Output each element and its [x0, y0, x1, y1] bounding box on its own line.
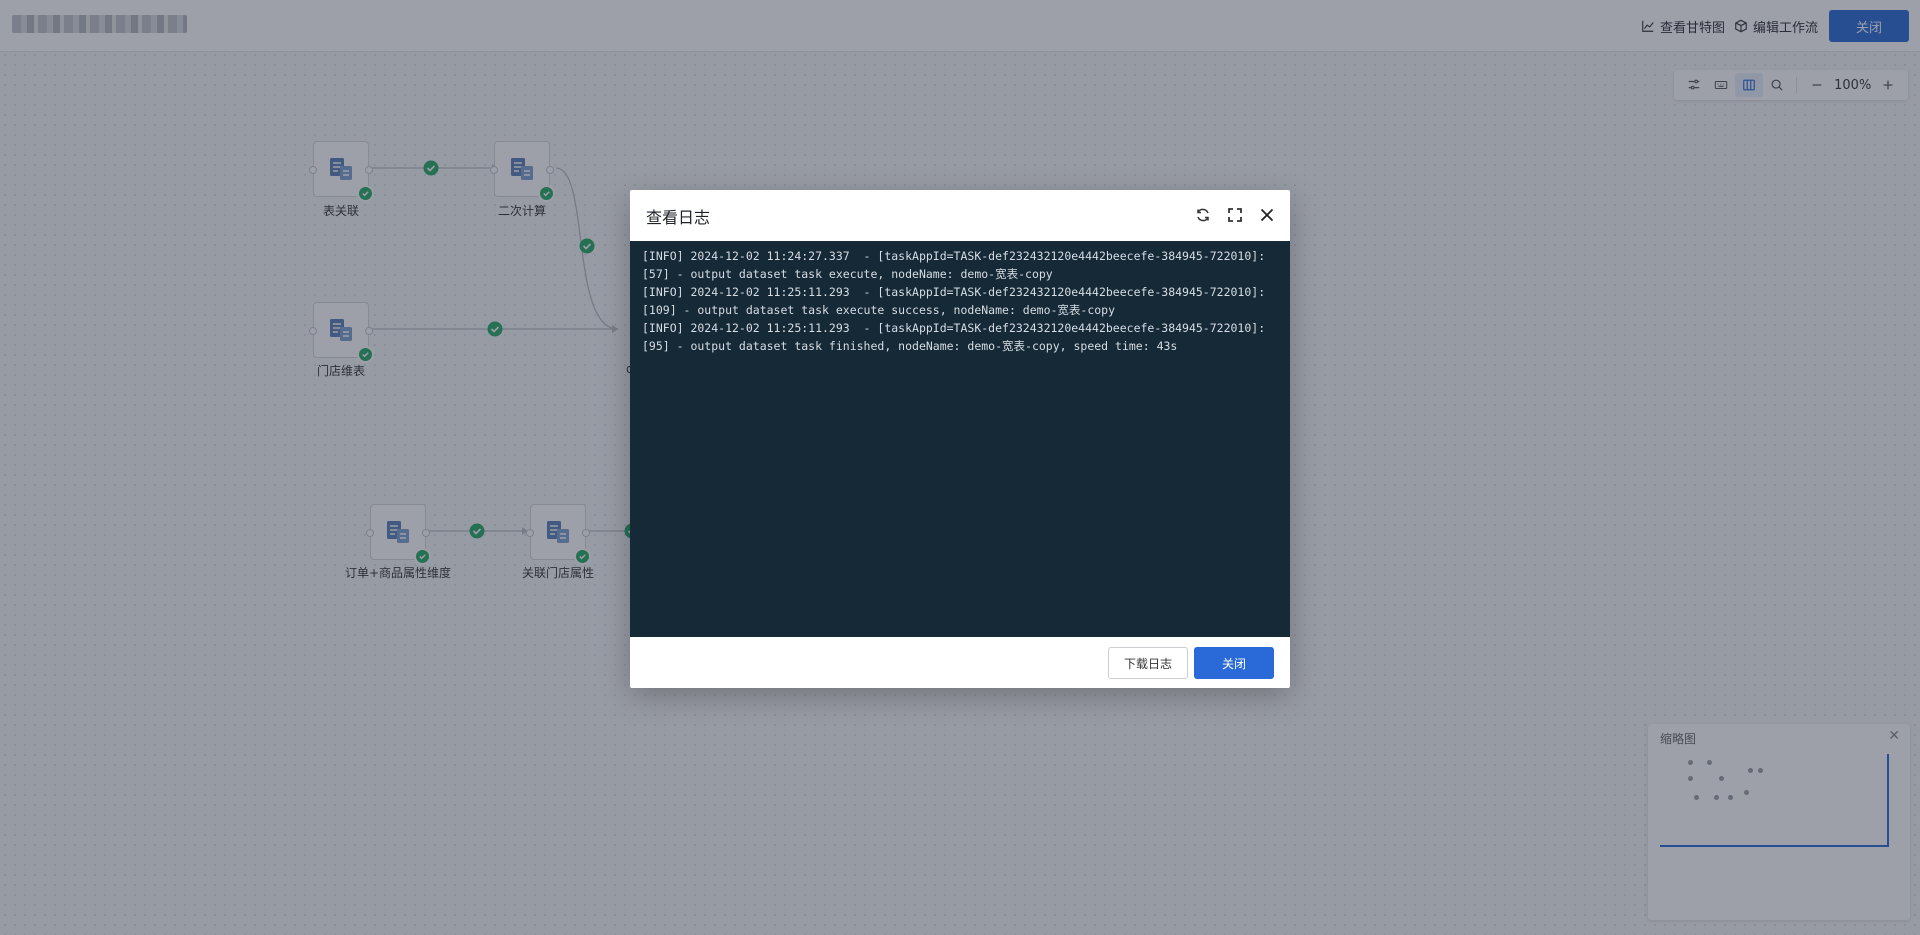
fullscreen-button[interactable]: [1224, 204, 1246, 226]
download-log-button[interactable]: 下载日志: [1108, 647, 1188, 679]
log-line: [INFO] 2024-12-02 11:25:11.293 - [taskAp…: [642, 321, 1266, 353]
refresh-icon: [1197, 208, 1209, 222]
log-line: [INFO] 2024-12-02 11:24:27.337 - [taskAp…: [642, 249, 1266, 281]
modal-close-button[interactable]: [1256, 204, 1278, 226]
modal-title: 查看日志: [646, 208, 711, 227]
view-log-modal: 查看日志 [INFO] 2024-12-02 11:24:27.337 - [t…: [630, 190, 1290, 688]
close-button[interactable]: 关闭: [1194, 647, 1274, 679]
refresh-button[interactable]: [1192, 204, 1214, 226]
close-icon: [1260, 208, 1274, 222]
log-output[interactable]: [INFO] 2024-12-02 11:24:27.337 - [taskAp…: [630, 241, 1290, 637]
log-line: [INFO] 2024-12-02 11:25:11.293 - [taskAp…: [642, 285, 1266, 317]
fullscreen-icon: [1228, 208, 1242, 222]
